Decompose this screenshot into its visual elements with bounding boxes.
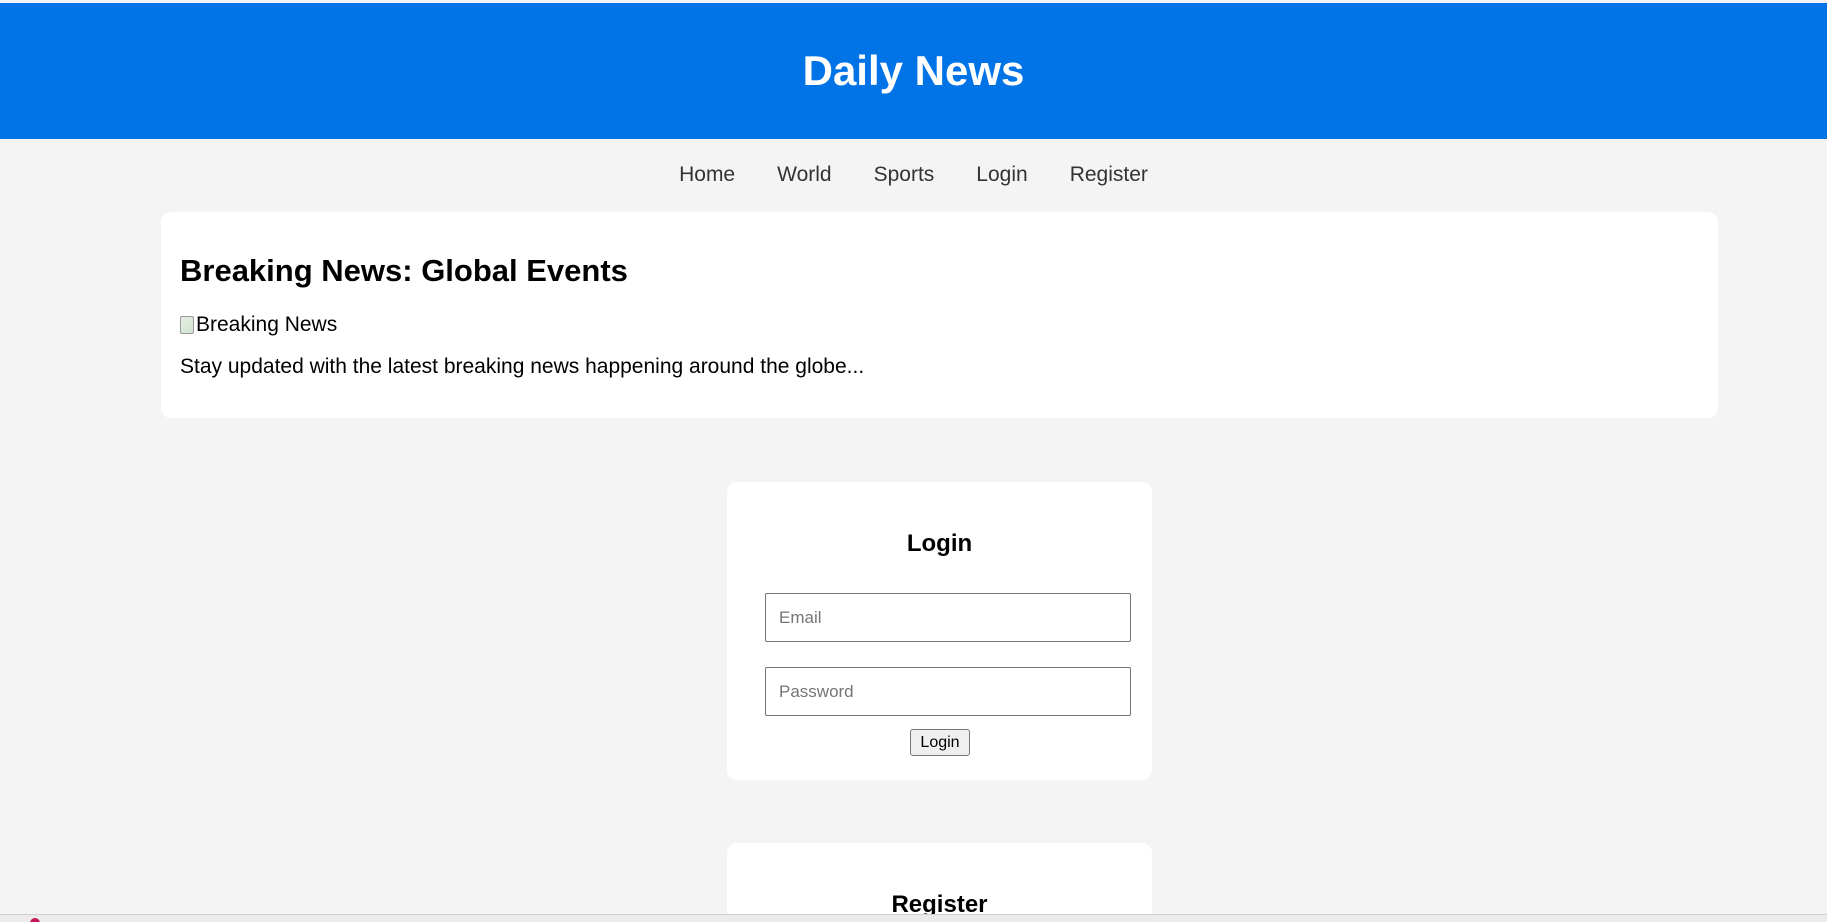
nav-link-login[interactable]: Login bbox=[976, 163, 1027, 187]
main-nav: Home World Sports Login Register bbox=[0, 139, 1827, 211]
status-dot-icon bbox=[30, 918, 40, 922]
broken-image-icon bbox=[180, 316, 194, 334]
login-form-title: Login bbox=[906, 530, 973, 557]
email-field[interactable] bbox=[765, 593, 1131, 642]
nav-link-home[interactable]: Home bbox=[679, 163, 735, 187]
page: Daily News Home World Sports Login Regis… bbox=[0, 0, 1827, 922]
nav-link-register[interactable]: Register bbox=[1070, 163, 1148, 187]
register-form: Register bbox=[727, 843, 1152, 922]
article-image-alt-text: Breaking News bbox=[196, 313, 338, 336]
article-image: Breaking News bbox=[180, 313, 337, 337]
nav-link-sports[interactable]: Sports bbox=[874, 163, 935, 187]
article-summary: Stay updated with the latest breaking ne… bbox=[180, 355, 865, 378]
password-field[interactable] bbox=[765, 667, 1131, 716]
article-card bbox=[161, 212, 1718, 418]
login-form: Login Login bbox=[727, 482, 1152, 780]
site-title: Daily News bbox=[802, 47, 1025, 94]
article-title: Breaking News: Global Events bbox=[180, 253, 628, 288]
login-button[interactable]: Login bbox=[910, 729, 970, 756]
nav-link-world[interactable]: World bbox=[777, 163, 831, 187]
site-header: Daily News bbox=[0, 3, 1827, 139]
window-bottom-bar bbox=[0, 914, 1827, 922]
